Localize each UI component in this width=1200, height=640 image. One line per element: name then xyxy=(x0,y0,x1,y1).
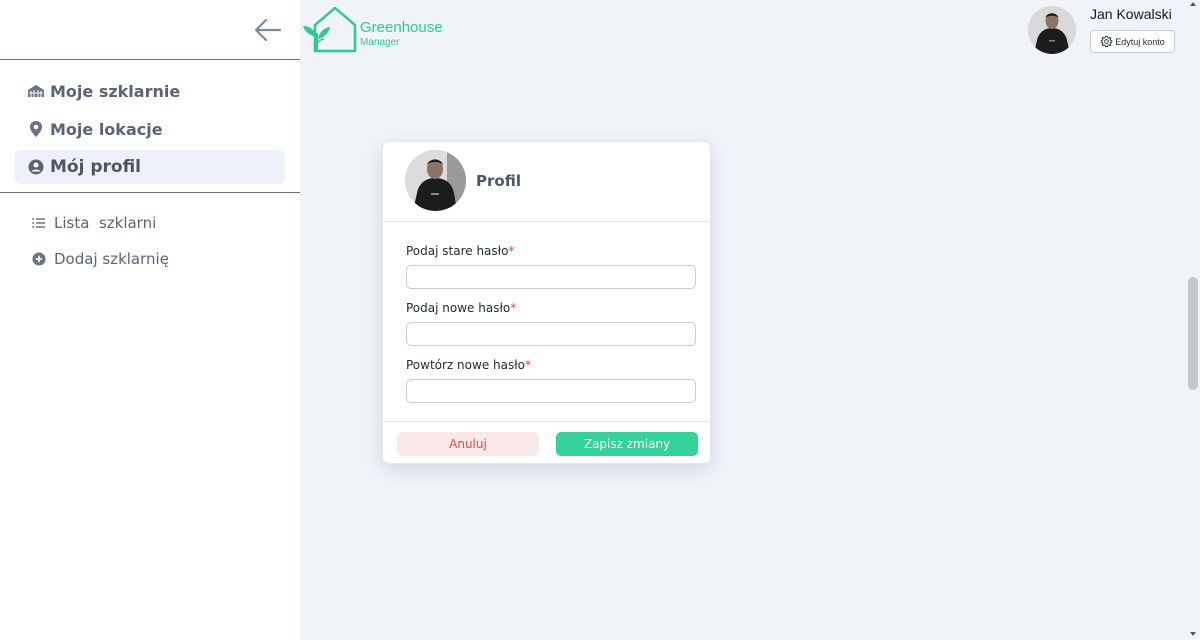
user-name: Jan Kowalski xyxy=(1090,6,1172,22)
scrollbar-thumb[interactable] xyxy=(1188,277,1198,390)
app-logo[interactable]: Greenhouse Manager xyxy=(302,5,443,55)
sub-item-dodaj-szklarnie[interactable]: Dodaj szklarnię xyxy=(0,241,300,277)
page-scrollbar[interactable] xyxy=(1186,0,1200,640)
plus-circle-icon xyxy=(31,251,47,267)
required-asterisk: * xyxy=(510,301,517,315)
gear-icon xyxy=(1101,35,1113,48)
old-password-label: Podaj stare hasło* xyxy=(406,244,694,262)
new-password-label: Podaj nowe hasło* xyxy=(406,301,694,319)
nav-item-moj-profil[interactable]: Mój profil xyxy=(15,150,285,184)
list-icon xyxy=(31,215,47,231)
nav-item-label: Moje lokacje xyxy=(50,119,163,139)
cancel-button[interactable]: Anuluj xyxy=(397,432,539,456)
user-circle-icon xyxy=(27,158,45,176)
nav-item-label: Moje szklarnie xyxy=(50,81,181,101)
required-asterisk: * xyxy=(524,358,531,372)
repeat-password-input[interactable] xyxy=(406,379,696,403)
save-changes-button[interactable]: Zapisz zmiany xyxy=(556,432,698,456)
field-label-text: Powtórz nowe hasło xyxy=(406,358,525,372)
password-form: Podaj stare hasło* Podaj nowe hasło* Pow… xyxy=(383,222,710,403)
new-password-input[interactable] xyxy=(406,322,696,346)
nav-item-label: Mój profil xyxy=(50,157,142,177)
profile-card-title: Profil xyxy=(476,172,521,190)
old-password-input[interactable] xyxy=(406,265,696,289)
user-avatar[interactable] xyxy=(1028,6,1076,54)
profile-avatar xyxy=(405,150,466,211)
sub-item-lista-szklarni[interactable]: Lista szklarni xyxy=(0,205,300,241)
field-label-text: Podaj nowe hasło xyxy=(406,301,511,315)
edit-account-label: Edytuj konto xyxy=(1115,36,1165,47)
sub-item-label: Lista szklarni xyxy=(54,214,157,232)
repeat-password-label: Powtórz nowe hasło* xyxy=(406,358,694,376)
main-nav: Moje szklarnie Moje lokacje Mój profil xyxy=(0,60,300,184)
sub-nav: Lista szklarni Dodaj szklarnię xyxy=(0,193,300,277)
logo-title: Greenhouse xyxy=(360,19,443,36)
sub-item-label: Dodaj szklarnię xyxy=(54,250,169,268)
required-asterisk: * xyxy=(508,244,515,258)
nav-item-moje-szklarnie[interactable]: Moje szklarnie xyxy=(15,74,285,108)
arrow-left-icon xyxy=(254,18,282,42)
greenhouse-logo-icon xyxy=(303,6,357,53)
nav-item-moje-lokacje[interactable]: Moje lokacje xyxy=(15,112,285,146)
field-label-text: Podaj stare hasło xyxy=(406,244,509,258)
back-arrow-button[interactable] xyxy=(252,14,284,46)
location-pin-icon xyxy=(27,120,45,138)
sidebar-header xyxy=(0,0,300,60)
greenhouse-icon xyxy=(27,82,45,100)
profile-card-footer: Anuluj Zapisz zmiany xyxy=(383,421,712,465)
profile-card: Profil Podaj stare hasło* Podaj nowe has… xyxy=(382,141,712,465)
sidebar: Moje szklarnie Moje lokacje Mój profil L… xyxy=(0,0,300,640)
scroll-down-icon[interactable] xyxy=(1189,630,1197,638)
profile-card-header: Profil xyxy=(383,142,710,222)
scroll-up-icon[interactable] xyxy=(1189,0,1197,8)
edit-account-button[interactable]: Edytuj konto xyxy=(1090,30,1175,53)
logo-subtitle: Manager xyxy=(360,37,400,48)
